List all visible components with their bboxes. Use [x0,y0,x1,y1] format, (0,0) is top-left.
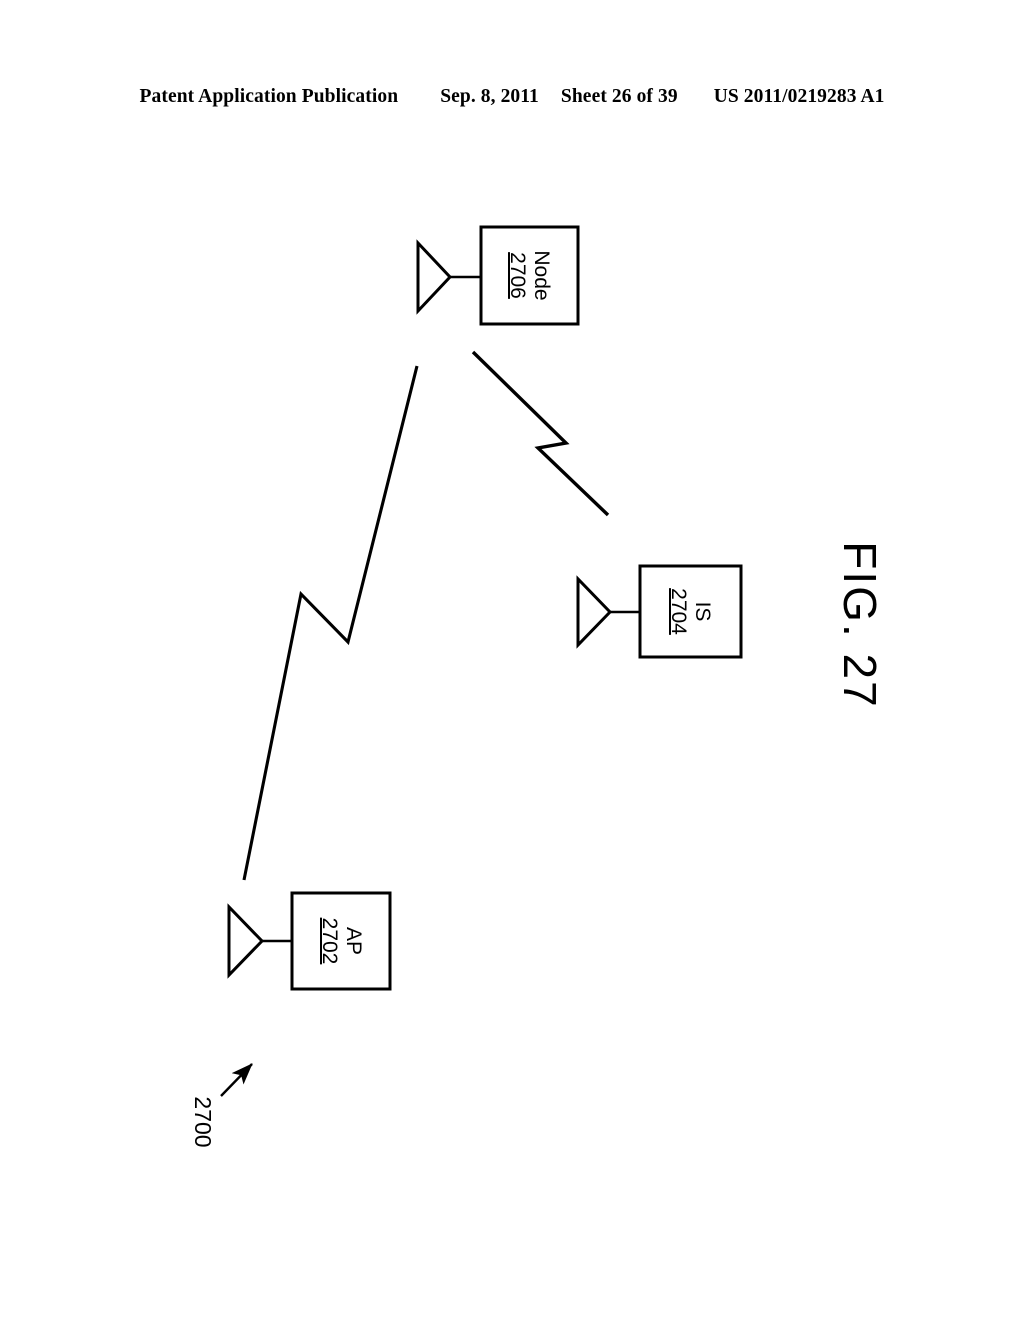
patent-figure-drawing: Node 2706 IS 2704 AP 2702 FIG. 27 2700 [0,0,1024,1320]
node-name-2702: AP [341,926,365,955]
node-label-2706: Node 2706 [481,227,578,324]
node-ref-2706: 2706 [506,252,530,299]
node-label-2702: AP 2702 [293,892,389,990]
node-label-2704: IS 2704 [645,561,736,662]
antenna-icon-2706 [416,239,453,315]
node-ref-2704: 2704 [667,588,691,635]
leader-arrow-2700 [220,1063,253,1097]
node-name-2706: Node [530,250,554,301]
figure-reference-numeral: 2700 [190,1096,216,1148]
rf-link-lightning-bolt-ap-node [242,365,419,881]
node-ref-2702: 2702 [318,917,341,965]
rf-link-lightning-bolt-node-is [471,350,610,517]
node-name-2704: IS [691,601,715,622]
figure-label: FIG. 27 [834,541,886,709]
antenna-icon-2702 [227,903,265,979]
antenna-icon-2704 [576,575,613,649]
